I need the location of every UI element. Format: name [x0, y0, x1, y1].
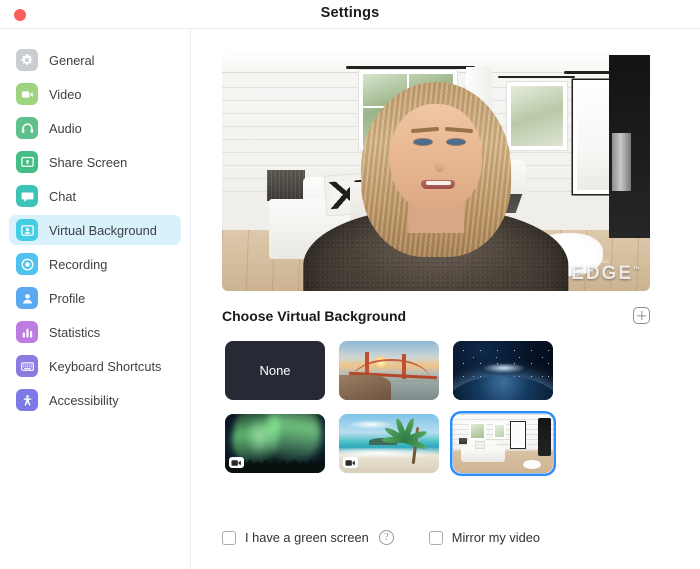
preview-options: I have a green screen ? Mirror my video — [222, 530, 662, 545]
background-thumbnail[interactable]: None — [225, 341, 325, 400]
window — [469, 422, 486, 440]
window-body: General Video Audio Share Screen Chat Virtual… — [0, 29, 700, 569]
window — [493, 423, 506, 439]
sun-flare — [483, 363, 525, 374]
mirror-video-label: Mirror my video — [451, 530, 540, 545]
chat-icon — [16, 185, 38, 207]
page-title: Choose Virtual Background — [222, 307, 407, 324]
sidebar-item-accessibility[interactable]: Accessibility — [9, 385, 181, 415]
mirror-video-checkbox[interactable] — [428, 530, 443, 545]
background-thumbnail[interactable] — [339, 341, 439, 400]
sidebar-item-share-screen[interactable]: Share Screen — [9, 147, 181, 177]
sidebar-item-label: Share Screen — [49, 154, 128, 170]
preview-watermark: EDGE™ — [571, 263, 640, 285]
background-option-none[interactable]: None — [222, 338, 328, 403]
background-thumbnail[interactable] — [339, 414, 439, 473]
sidebar-item-label: Accessibility — [49, 392, 119, 408]
green-screen-row: I have a green screen ? — [222, 530, 394, 545]
preview-lamp-shade — [266, 169, 306, 202]
section-header: Choose Virtual Background — [222, 307, 650, 324]
sidebar-item-label: Profile — [49, 290, 86, 306]
bar-chart-icon — [16, 321, 38, 343]
green-screen-checkbox[interactable] — [222, 530, 236, 545]
add-background-button[interactable] — [633, 307, 650, 324]
palm-fronds — [382, 417, 428, 452]
sidebar-item-recording[interactable]: Recording — [9, 249, 181, 279]
background-thumbnail[interactable] — [453, 341, 553, 400]
record-icon — [16, 253, 38, 275]
mirror-video-row: Mirror my video — [428, 530, 540, 545]
dark-cabinet — [538, 417, 551, 457]
background-option-beach[interactable] — [336, 411, 442, 476]
sidebar-item-label: General — [49, 52, 95, 68]
background-option-earth[interactable] — [450, 338, 556, 403]
lamp — [459, 437, 467, 445]
video-badge-icon — [343, 457, 358, 468]
headset-icon — [16, 117, 38, 139]
help-icon[interactable]: ? — [378, 530, 394, 545]
share-icon — [16, 151, 38, 173]
sidebar-item-virtual-background[interactable]: Virtual Background — [9, 215, 181, 245]
settings-window: Settings General Video Audio Share Screen Ch… — [0, 0, 700, 569]
sidebar-item-label: Statistics — [49, 324, 101, 340]
none-label: None — [259, 363, 291, 378]
sidebar-item-video[interactable]: Video — [9, 79, 181, 109]
video-badge-icon — [229, 457, 244, 468]
preview-person-eye — [447, 139, 466, 145]
preview-steel-panel — [611, 133, 631, 192]
sofa — [461, 447, 505, 463]
pillow — [475, 440, 485, 449]
profile-icon — [16, 287, 38, 309]
sidebar-item-label: Chat — [49, 188, 77, 204]
sidebar-item-label: Audio — [49, 120, 82, 136]
cliff — [339, 375, 391, 400]
sidebar-item-general[interactable]: General — [9, 45, 181, 75]
background-option-bridge[interactable] — [336, 338, 442, 403]
sidebar-item-keyboard-shortcuts[interactable]: Keyboard Shortcuts — [9, 351, 181, 381]
gear-icon — [16, 49, 38, 71]
sidebar-item-profile[interactable]: Profile — [9, 283, 181, 313]
sidebar-item-audio[interactable]: Audio — [9, 113, 181, 143]
video-preview[interactable]: yourEDGE EDGE™ — [222, 48, 650, 291]
preview-curtain-rod-left — [346, 66, 475, 69]
virtual-background-panel: yourEDGE EDGE™ Choose Virtual Background… — [192, 29, 700, 569]
background-option-aurora[interactable] — [222, 411, 328, 476]
sidebar-item-statistics[interactable]: Statistics — [9, 317, 181, 347]
keyboard-icon — [16, 355, 38, 377]
sidebar-item-label: Virtual Background — [49, 222, 157, 238]
preview-person-eye — [414, 139, 433, 145]
background-thumbnail[interactable] — [225, 414, 325, 473]
aurora-glow — [245, 416, 275, 459]
person-card-icon — [16, 219, 38, 241]
green-screen-label: I have a green screen — [245, 530, 369, 545]
background-thumbnail[interactable] — [453, 414, 553, 473]
sidebar-item-label: Recording — [49, 256, 108, 272]
title-bar: Settings — [0, 0, 700, 29]
watermark-text: EDGE — [571, 263, 633, 284]
preview-window-right — [506, 82, 567, 151]
sidebar-item-label: Keyboard Shortcuts — [49, 358, 162, 374]
watermark-trademark: ™ — [633, 266, 640, 274]
sidebar-item-label: Video — [49, 86, 82, 102]
sidebar-item-chat[interactable]: Chat — [9, 181, 181, 211]
accessibility-icon — [16, 389, 38, 411]
rug — [523, 460, 541, 470]
window-title: Settings — [320, 5, 380, 21]
door — [511, 422, 525, 449]
background-grid: None — [222, 338, 662, 476]
preview-person-teeth — [425, 181, 451, 186]
settings-sidebar: General Video Audio Share Screen Chat Virtual… — [0, 29, 191, 569]
background-option-living[interactable] — [450, 411, 556, 476]
video-icon — [16, 83, 38, 105]
